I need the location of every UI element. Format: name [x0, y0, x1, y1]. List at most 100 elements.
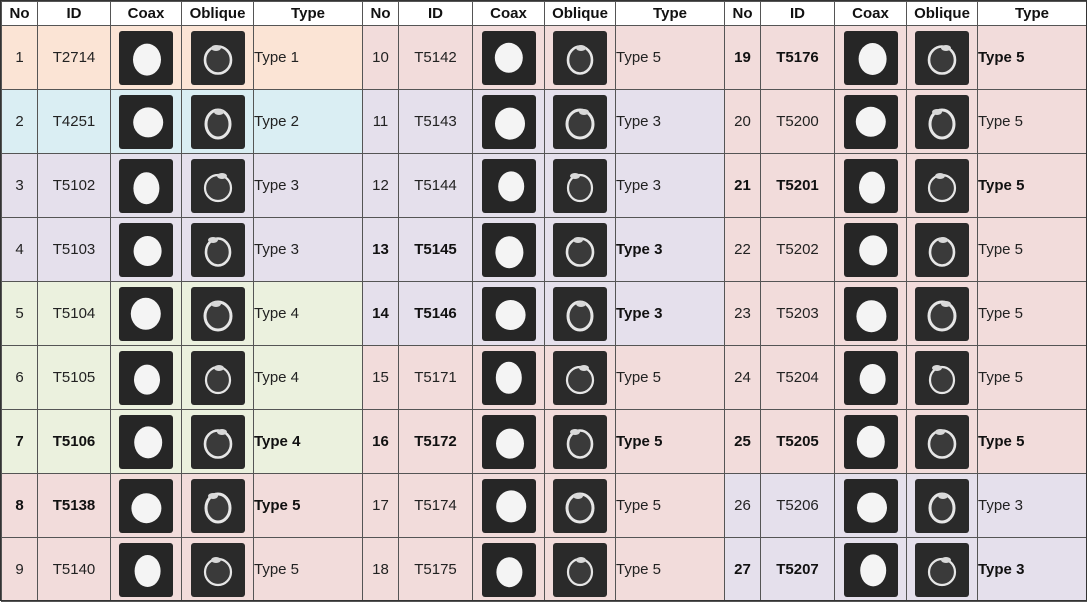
- oblique-cell: [544, 281, 616, 346]
- sample-id: T5171: [398, 345, 473, 410]
- row-number: 24: [724, 345, 761, 410]
- coax-cell: [472, 217, 545, 282]
- row-number: 17: [362, 473, 399, 538]
- table-row: 6 T5105 Type 4: [1, 345, 363, 410]
- sample-id: T5104: [37, 281, 111, 346]
- coax-thumbnail-icon: [119, 30, 173, 85]
- oblique-thumbnail-icon: [190, 30, 245, 85]
- coax-cell: [110, 89, 182, 154]
- header-coax: Coax: [834, 1, 907, 26]
- oblique-cell: [544, 153, 616, 218]
- coax-thumbnail-icon: [119, 158, 173, 213]
- row-number: 7: [1, 409, 38, 474]
- header-coax: Coax: [472, 1, 545, 26]
- type-label: Type 3: [253, 217, 363, 282]
- coax-cell: [472, 281, 545, 346]
- sample-id: T5106: [37, 409, 111, 474]
- oblique-cell: [906, 217, 978, 282]
- coax-cell: [834, 345, 907, 410]
- oblique-cell: [544, 345, 616, 410]
- sample-id: T5144: [398, 153, 473, 218]
- coax-thumbnail-icon: [843, 30, 898, 85]
- oblique-thumbnail-icon: [190, 286, 245, 341]
- coax-cell: [472, 409, 545, 474]
- coax-thumbnail-icon: [843, 350, 898, 405]
- table-block: No ID Coax Oblique Type 10 T5142 Type 5 11 T…: [362, 1, 725, 602]
- oblique-cell: [181, 25, 254, 90]
- type-label: Type 5: [615, 409, 725, 474]
- table-row: 21 T5201 Type 5: [724, 153, 1087, 218]
- coax-cell: [110, 281, 182, 346]
- row-number: 15: [362, 345, 399, 410]
- table-row: 22 T5202 Type 5: [724, 217, 1087, 282]
- oblique-thumbnail-icon: [553, 30, 607, 85]
- table-block-3: No ID Coax Oblique Type 19 T5176 Type 5 20 T…: [724, 1, 1087, 602]
- table-block: No ID Coax Oblique Type 19 T5176 Type 5 20 T…: [724, 1, 1087, 602]
- row-number: 10: [362, 25, 399, 90]
- type-label: Type 5: [977, 409, 1087, 474]
- table-row: 17 T5174 Type 5: [362, 473, 725, 538]
- row-number: 9: [1, 537, 38, 602]
- coax-cell: [834, 409, 907, 474]
- coax-thumbnail-icon: [843, 222, 898, 277]
- row-number: 13: [362, 217, 399, 282]
- coax-thumbnail-icon: [481, 222, 536, 277]
- table-row: 27 T5207 Type 3: [724, 537, 1087, 602]
- oblique-cell: [181, 153, 254, 218]
- oblique-cell: [544, 25, 616, 90]
- header-id: ID: [37, 1, 111, 26]
- oblique-thumbnail-icon: [190, 478, 245, 533]
- oblique-thumbnail-icon: [915, 350, 969, 405]
- row-number: 12: [362, 153, 399, 218]
- oblique-thumbnail-icon: [915, 478, 969, 533]
- sample-id: T5143: [398, 89, 473, 154]
- row-number: 5: [1, 281, 38, 346]
- oblique-thumbnail-icon: [553, 350, 607, 405]
- row-number: 6: [1, 345, 38, 410]
- coax-thumbnail-icon: [481, 30, 536, 85]
- table-row: 9 T5140 Type 5: [1, 537, 363, 602]
- coax-cell: [834, 281, 907, 346]
- coax-cell: [834, 25, 907, 90]
- type-label: Type 4: [253, 345, 363, 410]
- oblique-thumbnail-icon: [553, 158, 607, 213]
- coax-cell: [834, 217, 907, 282]
- sample-id: T5174: [398, 473, 473, 538]
- oblique-cell: [181, 409, 254, 474]
- coax-thumbnail-icon: [119, 542, 173, 597]
- type-label: Type 5: [615, 25, 725, 90]
- header-oblique: Oblique: [181, 1, 254, 26]
- table-row: 25 T5205 Type 5: [724, 409, 1087, 474]
- table-row: 19 T5176 Type 5: [724, 25, 1087, 90]
- sample-id: T5204: [760, 345, 835, 410]
- sample-id: T5172: [398, 409, 473, 474]
- table-row: 10 T5142 Type 5: [362, 25, 725, 90]
- header-row: No ID Coax Oblique Type: [724, 1, 1087, 26]
- table-block: No ID Coax Oblique Type 1 T2714 Type 1 2 T42…: [1, 1, 363, 602]
- type-label: Type 3: [615, 217, 725, 282]
- coax-cell: [110, 345, 182, 410]
- oblique-cell: [181, 281, 254, 346]
- header-type: Type: [253, 1, 363, 26]
- table-block-2: No ID Coax Oblique Type 10 T5142 Type 5 11 T…: [362, 1, 725, 602]
- row-number: 11: [362, 89, 399, 154]
- coax-cell: [834, 89, 907, 154]
- coax-thumbnail-icon: [843, 542, 898, 597]
- oblique-thumbnail-icon: [553, 222, 607, 277]
- coax-cell: [834, 153, 907, 218]
- type-label: Type 5: [977, 25, 1087, 90]
- oblique-thumbnail-icon: [553, 542, 607, 597]
- table-row: 12 T5144 Type 3: [362, 153, 725, 218]
- table-row: 11 T5143 Type 3: [362, 89, 725, 154]
- oblique-thumbnail-icon: [190, 222, 245, 277]
- coax-thumbnail-icon: [119, 478, 173, 533]
- coax-thumbnail-icon: [119, 94, 173, 149]
- oblique-thumbnail-icon: [190, 542, 245, 597]
- row-number: 16: [362, 409, 399, 474]
- table-row: 16 T5172 Type 5: [362, 409, 725, 474]
- header-no: No: [362, 1, 399, 26]
- oblique-thumbnail-icon: [553, 414, 607, 469]
- oblique-cell: [906, 89, 978, 154]
- type-label: Type 2: [253, 89, 363, 154]
- coax-thumbnail-icon: [843, 414, 898, 469]
